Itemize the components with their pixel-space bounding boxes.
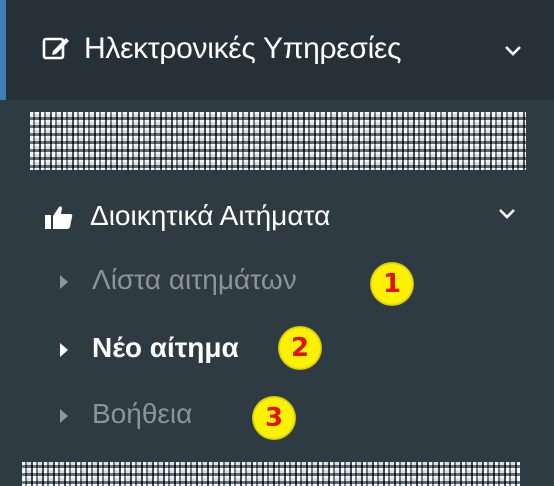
chevron-down-icon[interactable]	[498, 208, 516, 220]
caret-right-icon	[60, 409, 68, 423]
chevron-down-icon[interactable]	[504, 45, 522, 57]
menu-item-label: Νέο αίτημα	[92, 332, 239, 363]
thumbs-up-icon	[45, 206, 73, 229]
redacted-region	[30, 112, 526, 170]
annotation-badge: 2	[278, 326, 322, 370]
annotation-badge: 1	[370, 262, 414, 306]
caret-right-icon	[60, 275, 68, 289]
sidebar-section-header[interactable]: Ηλεκτρονικές Υπηρεσίες	[0, 0, 554, 100]
annotation-badge: 3	[252, 396, 296, 440]
caret-right-icon	[60, 343, 68, 357]
menu-item-new-request[interactable]: Νέο αίτημα	[60, 330, 460, 370]
edit-icon	[42, 37, 69, 60]
menu-item-label: Βοήθεια	[92, 398, 193, 429]
redacted-region	[22, 462, 520, 486]
menu-item-label: Λίστα αιτημάτων	[92, 264, 297, 295]
section-title: Ηλεκτρονικές Υπηρεσίες	[84, 32, 402, 65]
group-title: Διοικητικά Αιτήματα	[90, 200, 331, 231]
